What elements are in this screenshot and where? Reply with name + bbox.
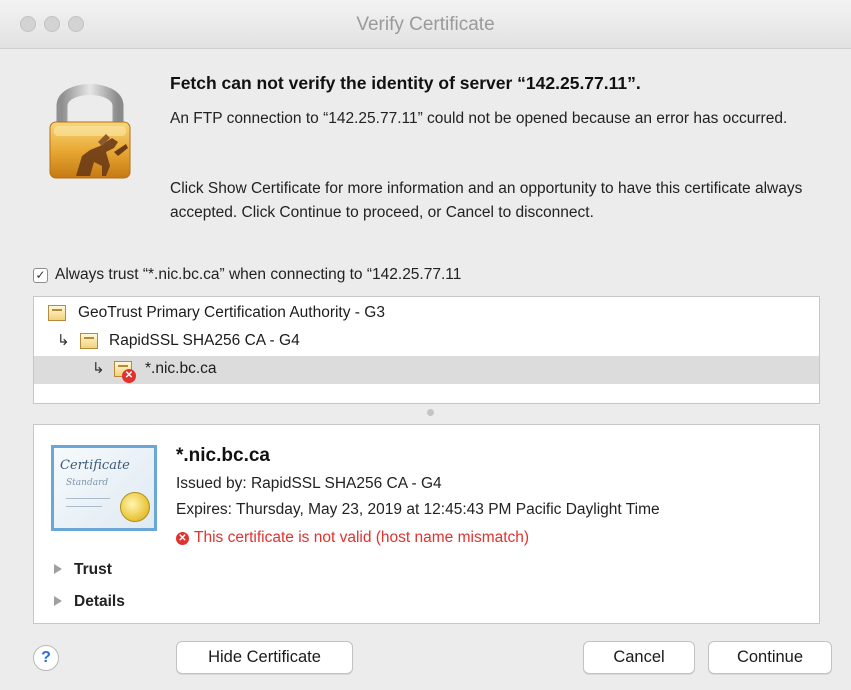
- certificate-error: ✕ This certificate is not valid (host nam…: [176, 529, 529, 547]
- chain-item-root[interactable]: GeoTrust Primary Certification Authority…: [34, 300, 819, 328]
- trust-disclosure[interactable]: Trust: [54, 561, 112, 579]
- verify-certificate-dialog: Verify Certificate Fetch can not verify …: [0, 0, 851, 690]
- window-title: Verify Certificate: [356, 14, 495, 35]
- certificate-icon: [80, 333, 98, 349]
- certificate-image-line: [66, 506, 102, 507]
- invalid-certificate-icon: ✕: [122, 369, 136, 383]
- certificate-seal-icon: [120, 492, 150, 522]
- chain-item-label: GeoTrust Primary Certification Authority…: [78, 304, 385, 321]
- chain-item-leaf[interactable]: ↳ ✕ *.nic.bc.ca: [34, 356, 819, 384]
- chain-item-intermediate[interactable]: ↳ RapidSSL SHA256 CA - G4: [34, 328, 819, 356]
- certificate-error-text: This certificate is not valid (host name…: [194, 529, 530, 546]
- split-view-handle[interactable]: [427, 409, 434, 416]
- certificate-expiry: Expires: Thursday, May 23, 2019 at 12:45…: [176, 501, 660, 518]
- chain-item-label: *.nic.bc.ca: [145, 360, 217, 377]
- cancel-button[interactable]: Cancel: [583, 641, 695, 674]
- certificate-icon: [48, 305, 66, 321]
- instructions-text: Click Show Certificate for more informat…: [170, 180, 803, 221]
- details-disclosure[interactable]: Details: [54, 593, 125, 611]
- dialog-heading: Fetch can not verify the identity of ser…: [170, 73, 641, 93]
- title-bar: Verify Certificate: [0, 0, 851, 49]
- child-arrow-icon: ↳: [92, 360, 105, 377]
- certificate-detail-panel: Certificate Standard *.nic.bc.ca Issued …: [33, 424, 820, 624]
- hide-certificate-button[interactable]: Hide Certificate: [176, 641, 353, 674]
- chain-item-label: RapidSSL SHA256 CA - G4: [109, 332, 300, 349]
- certificate-image-icon: Certificate Standard: [51, 445, 157, 531]
- certificate-name: *.nic.bc.ca: [176, 445, 270, 466]
- error-description: An FTP connection to “142.25.77.11” coul…: [170, 110, 788, 127]
- disclosure-triangle-icon: [54, 564, 62, 574]
- certificate-chain-list: GeoTrust Primary Certification Authority…: [33, 296, 820, 404]
- certificate-image-subtitle: Standard: [66, 478, 109, 488]
- error-icon: ✕: [176, 532, 189, 545]
- certificate-image-title: Certificate: [60, 458, 130, 473]
- help-button[interactable]: ?: [33, 645, 59, 671]
- certificate-issuer: Issued by: RapidSSL SHA256 CA - G4: [176, 475, 442, 492]
- child-arrow-icon: ↳: [57, 332, 70, 349]
- always-trust-label: Always trust “*.nic.bc.ca” when connecti…: [55, 266, 462, 283]
- continue-button[interactable]: Continue: [708, 641, 832, 674]
- disclosure-triangle-icon: [54, 596, 62, 606]
- certificate-image-line: [66, 498, 110, 499]
- always-trust-checkbox[interactable]: ✓: [33, 268, 48, 283]
- details-disclosure-label: Details: [74, 593, 125, 610]
- lock-icon: [40, 72, 140, 182]
- trust-disclosure-label: Trust: [74, 561, 112, 578]
